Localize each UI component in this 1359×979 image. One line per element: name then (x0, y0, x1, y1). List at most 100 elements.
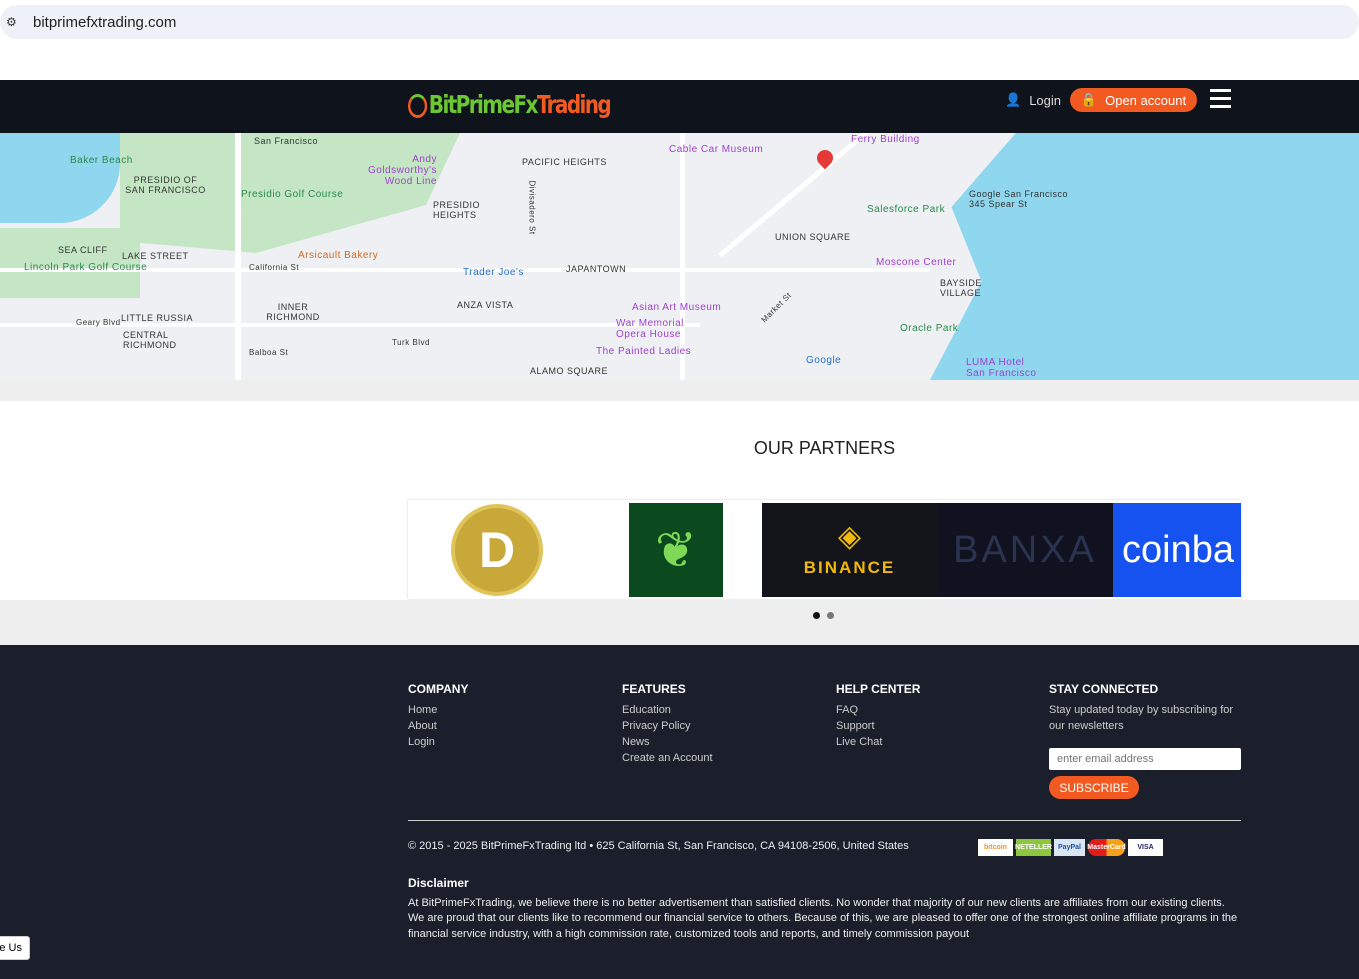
partner-dogecoin[interactable]: D (450, 503, 544, 597)
disclaimer: Disclaimer At BitPrimeFxTrading, we beli… (408, 876, 1238, 942)
partners-carousel[interactable]: D ❦ ◈ BINANCE BANXA coinba (408, 500, 1241, 599)
map-label: Turk Blvd (392, 338, 430, 347)
google-map[interactable]: San Francisco Baker Beach Andy Goldswort… (0, 133, 1359, 380)
partner-robinhood[interactable]: ❦ (629, 503, 723, 597)
map-label: JAPANTOWN (566, 264, 627, 274)
map-label: Arsicault Bakery (298, 250, 379, 261)
logo-text-orange: Trading (536, 90, 612, 119)
map-label: BAYSIDE VILLAGE (940, 278, 982, 298)
map-label: Market St (759, 290, 794, 325)
map-label: ALAMO SQUARE (530, 366, 609, 376)
map-label: LITTLE RUSSIA (121, 313, 194, 323)
map-label: Geary Blvd (76, 318, 121, 327)
map-label: San Francisco (254, 136, 319, 146)
map-label: Asian Art Museum (632, 302, 722, 313)
subscribe-button[interactable]: SUBSCRIBE (1049, 776, 1139, 799)
partner-banxa[interactable]: BANXA (937, 503, 1113, 597)
login-link[interactable]: 👤 Login (1005, 92, 1061, 108)
mastercard-icon: MasterCard (1087, 839, 1126, 856)
footer-link-privacy[interactable]: Privacy Policy (622, 718, 713, 734)
footer-heading: HELP CENTER (836, 682, 921, 696)
banxa-text: BANXA (953, 528, 1097, 571)
map-label: Moscone Center (876, 257, 957, 268)
payment-methods: bitcoin NETELLER PayPal MasterCard VISA (978, 839, 1163, 856)
robinhood-feather-icon: ❦ (655, 522, 697, 578)
map-label: Divisadero St (527, 180, 537, 235)
logo[interactable]: BitPrimeFxTrading (408, 90, 612, 119)
carousel-dot-2[interactable] (827, 612, 834, 619)
newsletter-text: Stay updated today by subscribing for ou… (1049, 704, 1234, 732)
footer-link-about[interactable]: About (408, 718, 468, 734)
footer-company: COMPANY Home About Login (408, 682, 468, 750)
footer-link-create-account[interactable]: Create an Account (622, 750, 713, 766)
footer-link-faq[interactable]: FAQ (836, 702, 920, 718)
footer-features: FEATURES Education Privacy Policy News C… (622, 682, 713, 766)
footer-heading: STAY CONNECTED (1049, 682, 1159, 696)
open-account-label: Open account (1105, 92, 1187, 108)
map-label: Presidio Golf Course (241, 189, 344, 200)
binance-diamond-icon: ◈ (837, 520, 862, 553)
open-account-button[interactable]: 🔒 Open account (1070, 88, 1197, 112)
map-label: Andy Goldsworthy's Wood Line (368, 154, 437, 187)
footer-stay-connected: STAY CONNECTED Stay updated today by sub… (1049, 682, 1241, 799)
map-label: LAKE STREET (122, 251, 189, 261)
map-label: ANZA VISTA (457, 300, 514, 310)
visa-icon: VISA (1128, 839, 1163, 856)
map-label: The Painted Ladies (596, 346, 692, 357)
copyright: © 2015 - 2025 BitPrimeFxTrading ltd • 62… (408, 840, 909, 852)
address-bar[interactable]: ⚙ bitprimefxtrading.com (0, 5, 1359, 39)
partners-title: OUR PARTNERS (753, 438, 896, 458)
logo-mark-icon (408, 94, 428, 118)
bitcoin-icon: bitcoin (978, 839, 1013, 856)
map-label: California St (249, 263, 300, 272)
binance-text: BINANCE (803, 558, 896, 577)
partner-binance[interactable]: ◈ BINANCE (762, 503, 937, 597)
disclaimer-text: At BitPrimeFxTrading, we believe there i… (408, 896, 1238, 940)
lock-icon: 🔒 (1080, 92, 1098, 107)
carousel-dots[interactable] (813, 612, 834, 619)
footer-link-news[interactable]: News (622, 734, 713, 750)
footer: COMPANY Home About Login FEATURES Educat… (0, 645, 1359, 979)
site-settings-icon[interactable]: ⚙ (6, 15, 22, 29)
map-label: Oracle Park (900, 323, 959, 334)
footer-link-live-chat[interactable]: Live Chat (836, 734, 920, 750)
partner-coinbase[interactable]: coinba (1113, 503, 1241, 597)
map-label: Trader Joe's (463, 267, 524, 278)
carousel-dot-1[interactable] (813, 612, 820, 619)
like-us-button[interactable]: e Us (0, 936, 30, 960)
map-label: Google San Francisco 345 Spear St (969, 189, 1069, 209)
footer-link-support[interactable]: Support (836, 718, 920, 734)
carousel-footer (0, 600, 1359, 645)
map-label: Ferry Building (851, 134, 920, 145)
map-label: SEA CLIFF (58, 245, 108, 255)
footer-divider (408, 820, 1241, 821)
map-label: War Memorial Opera House (616, 318, 684, 340)
footer-link-home[interactable]: Home (408, 702, 468, 718)
email-input[interactable] (1049, 748, 1241, 770)
footer-heading: FEATURES (622, 682, 686, 696)
footer-link-education[interactable]: Education (622, 702, 713, 718)
section-divider (0, 380, 1359, 401)
paypal-icon: PayPal (1054, 839, 1085, 856)
footer-link-login[interactable]: Login (408, 734, 468, 750)
map-label: Cable Car Museum (669, 144, 764, 155)
map-label: LUMA Hotel San Francisco (966, 357, 1037, 379)
footer-help: HELP CENTER FAQ Support Live Chat (836, 682, 920, 750)
login-label: Login (1029, 92, 1061, 108)
footer-heading: COMPANY (408, 682, 469, 696)
map-pin-icon[interactable] (813, 146, 837, 170)
map-label: PACIFIC HEIGHTS (522, 157, 607, 167)
map-label: CENTRAL RICHMOND (123, 330, 177, 350)
map-label: PRESIDIO HEIGHTS (433, 200, 481, 220)
logo-text-green: BitPrimeFx (428, 90, 539, 119)
url-text[interactable]: bitprimefxtrading.com (33, 14, 176, 31)
map-label: UNION SQUARE (775, 232, 851, 242)
dogecoin-logo-icon: D (451, 504, 543, 596)
map-label: Salesforce Park (867, 204, 946, 215)
map-label: Balboa St (249, 348, 289, 357)
user-icon: 👤 (1005, 92, 1022, 107)
menu-icon[interactable] (1210, 89, 1231, 113)
map-label: PRESIDIO OF SAN FRANCISCO (125, 175, 206, 195)
map-label: Baker Beach (70, 155, 133, 166)
map-label: INNER RICHMOND (266, 302, 320, 322)
